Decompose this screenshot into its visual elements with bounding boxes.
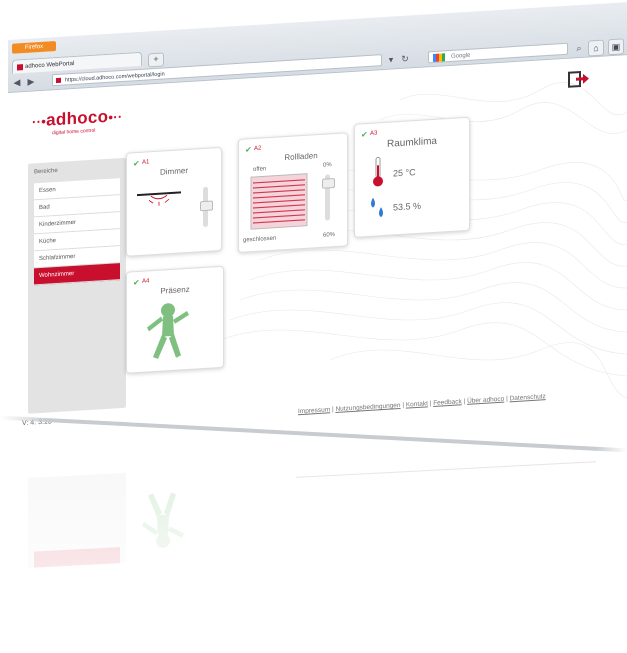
footer-link-kontakt[interactable]: Kontakt xyxy=(406,400,428,408)
adhoco-logo[interactable]: ··•adhoco•·· xyxy=(32,106,123,132)
reflection-fade xyxy=(0,446,627,653)
sidebar: Bereiche Essen Bad Kinderzimmer Küche Sc… xyxy=(28,157,126,414)
checkmark-icon: ✔ xyxy=(245,145,252,155)
back-arrow-icon[interactable]: ◀ xyxy=(12,76,22,89)
card-title: Präsenz xyxy=(160,284,190,296)
home-icon[interactable]: ⌂ xyxy=(588,39,604,57)
blinds-closed-label: geschlossen xyxy=(243,235,277,244)
device-id: A4 xyxy=(142,278,150,285)
toolbar-menu-icon[interactable]: ▣ xyxy=(608,38,624,56)
tab-title: adhoco WebPortal xyxy=(25,60,75,70)
dropdown-arrow-icon[interactable]: ▾ xyxy=(386,53,396,66)
blinds-icon xyxy=(250,173,308,230)
person-presence-icon xyxy=(147,303,189,359)
logout-icon[interactable] xyxy=(568,69,590,88)
device-id: A1 xyxy=(142,159,150,166)
card-title: Dimmer xyxy=(160,165,188,177)
new-tab-button[interactable]: + xyxy=(148,52,164,68)
blinds-open-label: offen xyxy=(253,166,267,174)
checkmark-icon: ✔ xyxy=(361,129,368,140)
card-title: Rollladen xyxy=(284,151,318,163)
blinds-slider-knob[interactable] xyxy=(322,177,335,189)
blinds-slider[interactable] xyxy=(322,174,335,221)
search-placeholder: Google xyxy=(451,52,471,60)
device-id: A2 xyxy=(254,145,262,152)
favicon-icon xyxy=(17,64,23,71)
search-magnifier-icon[interactable]: ⌕ xyxy=(574,42,584,55)
footer-link-datenschutz[interactable]: Datenschutz xyxy=(510,393,546,402)
sidebar-list: Essen Bad Kinderzimmer Küche Schlafzimme… xyxy=(34,178,120,286)
reload-icon[interactable]: ↻ xyxy=(400,52,410,65)
thermometer-icon xyxy=(373,156,383,187)
checkmark-icon: ✔ xyxy=(133,158,140,169)
forward-arrow-icon[interactable]: ▶ xyxy=(26,75,36,88)
footer-link-nutzungsbedingungen[interactable]: Nutzungsbedingungen xyxy=(335,402,400,413)
sidebar-heading: Bereiche xyxy=(34,167,58,176)
blinds-card[interactable]: ✔ A2 Rollladen offen 0% geschlossen 60% xyxy=(238,132,348,253)
temperature-value: 25 °C xyxy=(393,167,416,179)
site-identity-icon xyxy=(56,77,61,84)
humidity-value: 53.5 % xyxy=(393,200,422,213)
blinds-top-percent: 0% xyxy=(323,162,332,169)
footer-link-impressum[interactable]: Impressum xyxy=(298,406,330,415)
device-id: A3 xyxy=(370,130,378,137)
logo-tagline: digital home control xyxy=(52,127,96,137)
screen-stage: — ▭ ✕ Firefox adhoco WebPortal + ◀ ▶ htt… xyxy=(0,0,627,653)
humidity-drops-icon xyxy=(371,197,383,218)
climate-card[interactable]: ✔ A3 Raumklima 25 °C 53.5 % xyxy=(354,116,470,238)
web-page: ··•adhoco•·· digital home control Bereic… xyxy=(8,55,627,443)
dimmer-lamp-icon xyxy=(137,191,181,206)
dimmer-slider[interactable] xyxy=(200,186,213,228)
dimmer-card[interactable]: ✔ A1 Dimmer xyxy=(126,146,222,257)
dimmer-slider-knob[interactable] xyxy=(200,200,213,212)
browser-window: — ▭ ✕ Firefox adhoco WebPortal + ◀ ▶ htt… xyxy=(8,0,627,445)
presence-card[interactable]: ✔ A4 Präsenz xyxy=(126,265,224,374)
google-logo-icon xyxy=(433,53,445,63)
url-text: https://cloud.adhoco.com/webportal/login xyxy=(65,71,165,84)
footer-link-feedback[interactable]: Feedback xyxy=(433,398,462,407)
firefox-menu-button[interactable]: Firefox xyxy=(12,41,56,54)
footer-links: Impressum | Nutzungsbedingungen | Kontak… xyxy=(298,393,546,416)
blinds-bottom-percent: 60% xyxy=(323,231,336,239)
checkmark-icon: ✔ xyxy=(133,277,140,288)
footer-link-ueber-adhoco[interactable]: Über adhoco xyxy=(467,396,504,405)
